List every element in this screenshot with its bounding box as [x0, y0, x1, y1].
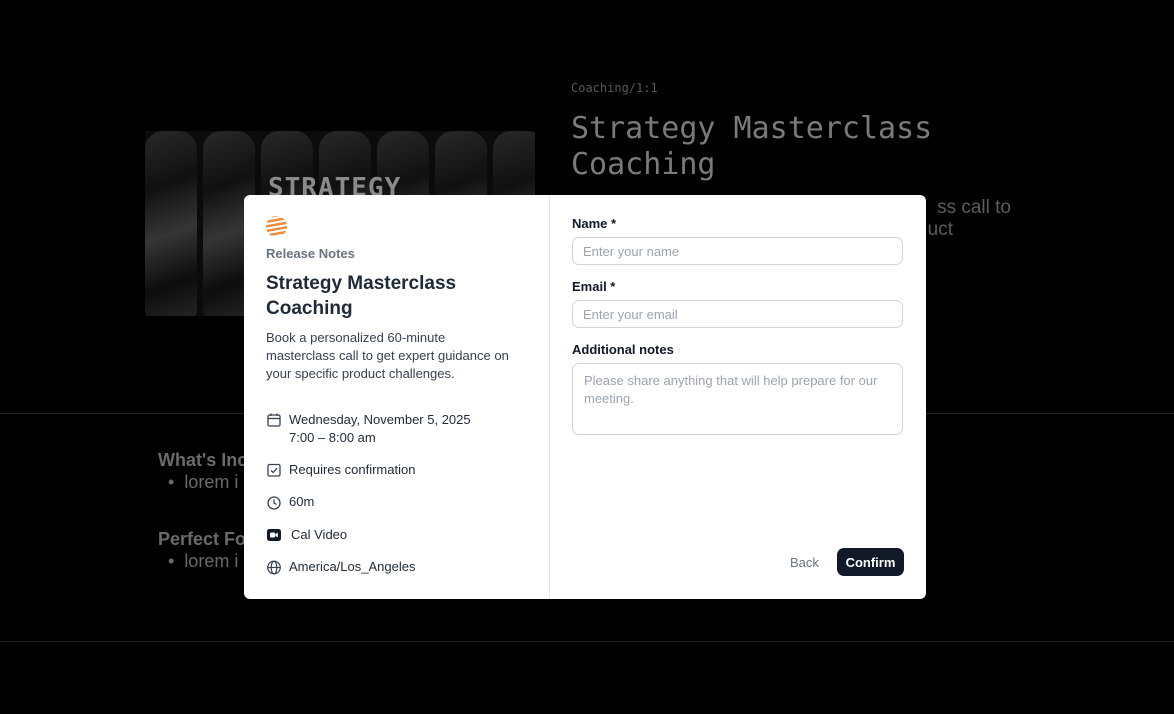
- booking-modal: Release Notes Strategy Masterclass Coach…: [244, 195, 926, 599]
- confirmation-detail: Requires confirmation: [266, 461, 415, 479]
- event-date-detail: Wednesday, November 5, 2025 7:00 – 8:00 …: [266, 411, 471, 447]
- video-camera-icon: [267, 529, 281, 541]
- duration-detail: 60m: [266, 493, 314, 511]
- timezone-detail: America/Los_Angeles: [266, 558, 415, 576]
- event-description: Book a personalized 60-minute masterclas…: [266, 330, 509, 381]
- booking-form: Name * Email * Additional notes Back Con…: [550, 195, 926, 599]
- location-detail: Cal Video: [266, 526, 347, 544]
- event-summary-panel: Release Notes Strategy Masterclass Coach…: [244, 195, 550, 599]
- notes-label: Additional notes: [572, 342, 674, 357]
- globe-icon: [267, 560, 281, 575]
- notes-textarea[interactable]: [572, 363, 903, 435]
- email-label: Email *: [572, 279, 616, 294]
- list-item: • lorem i: [168, 472, 239, 492]
- section-title: Perfect Fo: [158, 529, 247, 549]
- page-title: Strategy Masterclass Coaching: [571, 111, 933, 182]
- org-logo: [266, 216, 287, 237]
- back-button[interactable]: Back: [782, 548, 827, 576]
- name-label: Name *: [572, 216, 617, 231]
- event-title: Strategy Masterclass Coaching: [266, 273, 457, 319]
- clock-icon: [267, 496, 281, 510]
- confirmation-text: Requires confirmation: [289, 462, 416, 477]
- duration-text: 60m: [289, 494, 315, 509]
- calendar-icon: [267, 413, 281, 427]
- timezone-text: America/Los_Angeles: [289, 559, 416, 574]
- event-date: Wednesday, November 5, 2025: [289, 412, 471, 427]
- confirm-button[interactable]: Confirm: [837, 548, 904, 576]
- email-input[interactable]: [572, 300, 903, 328]
- breadcrumb: Coaching/1:1: [571, 81, 658, 95]
- location-text: Cal Video: [291, 527, 348, 542]
- checkbox-calendar-icon: [267, 463, 281, 477]
- event-time: 7:00 – 8:00 am: [289, 430, 376, 445]
- list-item: • lorem i: [168, 551, 239, 571]
- divider: [0, 641, 1174, 642]
- name-input[interactable]: [572, 237, 903, 265]
- org-name: Release Notes: [266, 246, 355, 261]
- section-title: What's Inc: [158, 450, 248, 470]
